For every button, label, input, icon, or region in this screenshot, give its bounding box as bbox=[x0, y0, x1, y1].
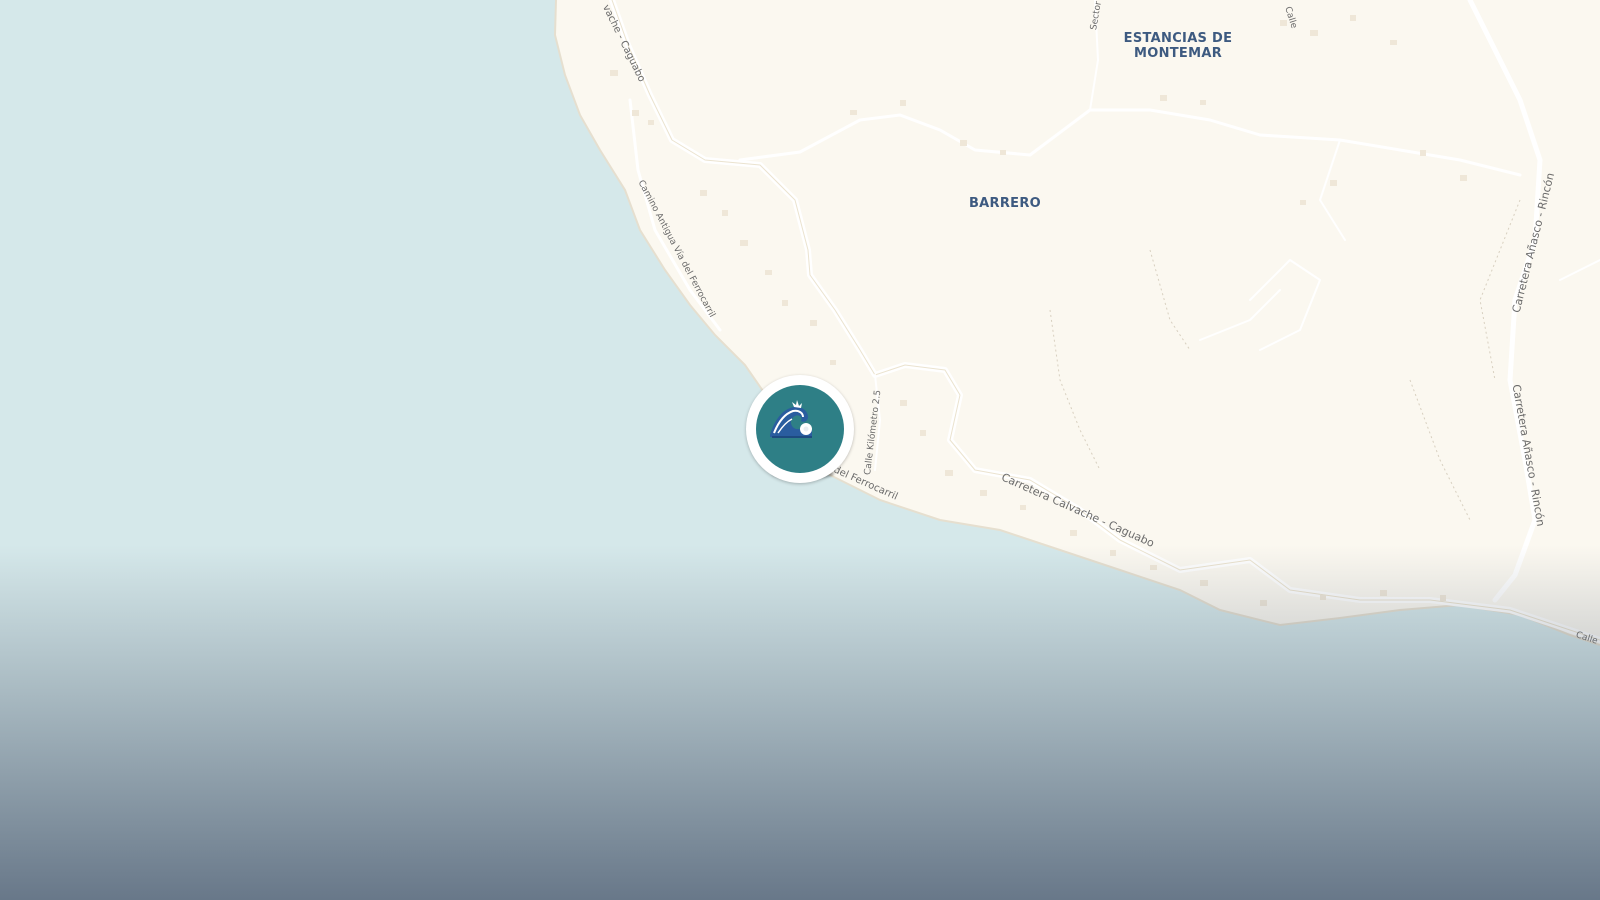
area-label-estancias: ESTANCIAS DE MONTEMAR bbox=[1123, 31, 1233, 61]
location-marker[interactable] bbox=[746, 375, 854, 483]
area-label-barrero: BARRERO bbox=[968, 196, 1042, 211]
marker-core bbox=[756, 385, 844, 473]
water-wave-icon bbox=[770, 400, 812, 438]
